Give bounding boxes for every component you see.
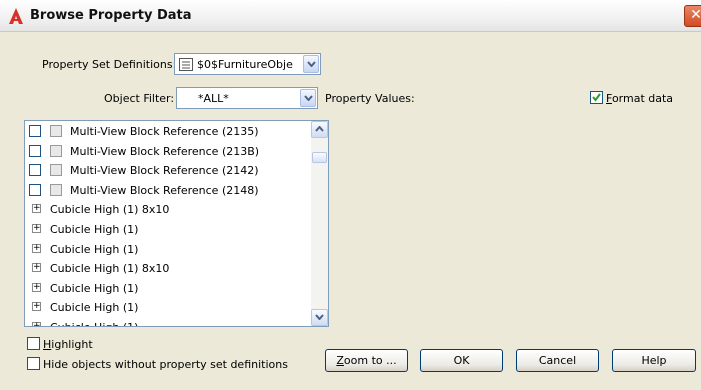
scroll-down-button[interactable] xyxy=(311,309,328,326)
list-item[interactable]: Multi-View Block Reference (2142) xyxy=(25,161,310,180)
object-type-icon xyxy=(50,125,62,137)
hide-objects-checkbox[interactable] xyxy=(27,357,40,370)
property-values-label: Property Values: xyxy=(325,92,415,105)
chevron-down-icon[interactable] xyxy=(303,55,319,73)
object-type-icon xyxy=(50,183,62,196)
hide-objects-label[interactable]: Hide objects without property set defini… xyxy=(43,358,288,371)
close-icon: ✕ xyxy=(690,7,701,23)
list-item-label: Cubicle High (1) xyxy=(50,321,138,326)
object-filter-dropdown[interactable]: *ALL* xyxy=(176,87,318,109)
format-data-label[interactable]: Format data xyxy=(606,92,673,105)
expand-plus-icon[interactable]: + xyxy=(32,263,41,273)
close-button[interactable]: ✕ xyxy=(684,5,701,27)
document-list-icon xyxy=(179,58,193,74)
list-item-label: Multi-View Block Reference (2148) xyxy=(70,183,259,197)
chevron-down-icon xyxy=(315,314,324,320)
object-filter-value: *ALL* xyxy=(198,92,229,105)
list-item-label: Multi-View Block Reference (213B) xyxy=(70,144,260,158)
select-checkbox[interactable] xyxy=(29,125,41,137)
ok-button[interactable]: OK xyxy=(420,349,503,372)
title-bar: Browse Property Data ✕ xyxy=(0,0,701,32)
object-list[interactable]: Multi-View Block Reference (2135) Multi-V… xyxy=(24,120,329,327)
autocad-app-icon xyxy=(8,7,24,25)
vertical-scrollbar[interactable] xyxy=(311,121,328,326)
list-item-label: Cubicle High (1) xyxy=(50,223,139,236)
expand-plus-icon[interactable]: + xyxy=(32,322,41,326)
list-item[interactable]: + Cubicle High (1) xyxy=(25,298,310,317)
help-button[interactable]: Help xyxy=(612,349,696,372)
checkmark-icon xyxy=(592,93,601,102)
highlight-label[interactable]: Highlight xyxy=(43,338,93,351)
zoom-to-button[interactable]: Zoom to ... xyxy=(325,349,408,372)
highlight-checkbox[interactable] xyxy=(27,337,40,350)
list-item[interactable]: + Cubicle High (1) xyxy=(25,318,310,326)
select-checkbox[interactable] xyxy=(29,144,41,157)
list-item[interactable]: Multi-View Block Reference (213B) xyxy=(25,142,310,161)
property-set-dropdown[interactable]: $0$FurnitureObje xyxy=(174,53,321,75)
chevron-down-icon[interactable] xyxy=(300,89,316,107)
list-item[interactable]: Multi-View Block Reference (2148) xyxy=(25,181,310,200)
expand-plus-icon[interactable]: + xyxy=(32,224,41,233)
list-item-label: Cubicle High (1) xyxy=(50,301,139,315)
select-checkbox[interactable] xyxy=(29,183,41,196)
list-item[interactable]: + Cubicle High (1) xyxy=(25,220,310,239)
format-data-checkbox[interactable] xyxy=(590,91,603,104)
select-checkbox[interactable] xyxy=(29,164,41,177)
list-item-label: Multi-View Block Reference (2135) xyxy=(70,125,259,138)
expand-plus-icon[interactable]: + xyxy=(32,302,41,312)
list-item[interactable]: Multi-View Block Reference (2135) xyxy=(25,122,310,141)
expand-plus-icon[interactable]: + xyxy=(32,243,41,253)
object-type-icon xyxy=(50,164,62,177)
list-item[interactable]: + Cubicle High (1) xyxy=(25,240,310,259)
chevron-up-icon xyxy=(315,126,324,132)
object-type-icon xyxy=(50,144,62,157)
object-filter-label: Object Filter: xyxy=(104,92,175,105)
list-item[interactable]: + Cubicle High (1) 8x10 xyxy=(25,200,310,219)
property-set-value: $0$FurnitureObje xyxy=(197,58,293,71)
window-title: Browse Property Data xyxy=(30,8,192,23)
property-set-label: Property Set Definitions: xyxy=(42,58,177,71)
list-item-label: Cubicle High (1) xyxy=(50,281,139,295)
list-item[interactable]: + Cubicle High (1) 8x10 xyxy=(25,259,310,278)
scroll-thumb[interactable] xyxy=(312,152,327,163)
expand-plus-icon[interactable]: + xyxy=(32,282,41,292)
expand-plus-icon[interactable]: + xyxy=(32,204,41,214)
list-item[interactable]: + Cubicle High (1) xyxy=(25,279,310,298)
list-item-label: Cubicle High (1) 8x10 xyxy=(50,262,170,276)
list-item-label: Cubicle High (1) 8x10 xyxy=(50,203,170,217)
list-item-label: Cubicle High (1) xyxy=(50,242,139,256)
scroll-up-button[interactable] xyxy=(311,121,328,138)
list-item-label: Multi-View Block Reference (2142) xyxy=(70,164,259,178)
cancel-button[interactable]: Cancel xyxy=(516,349,599,372)
